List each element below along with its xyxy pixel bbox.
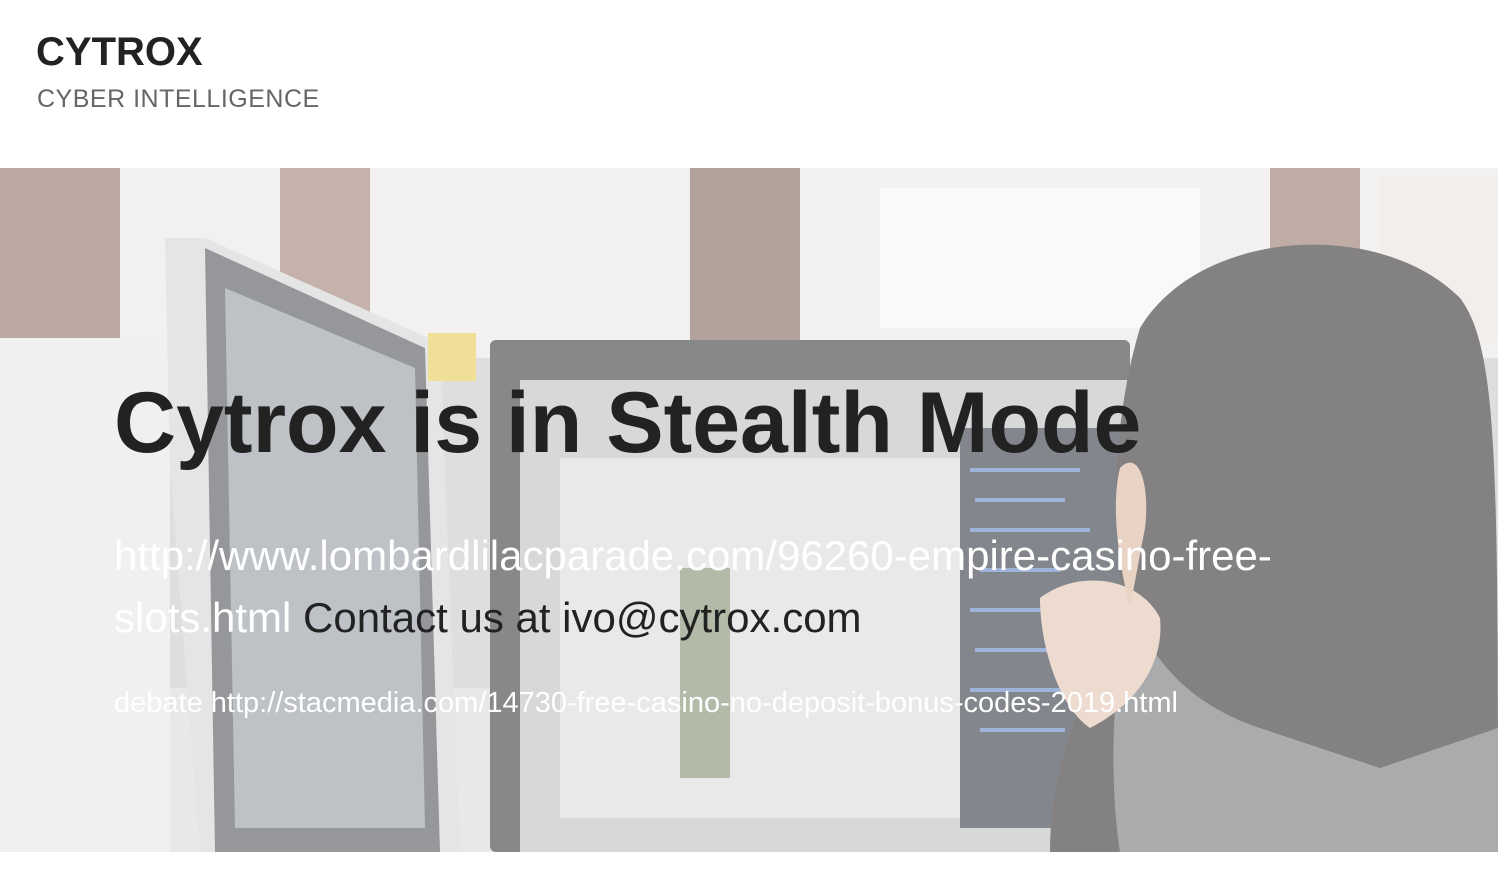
- brand-logo-text[interactable]: CYTROX: [36, 28, 203, 76]
- hero-contact-text: Contact us at ivo@cytrox.com: [291, 594, 862, 641]
- hero-lead: http://www.lombardlilacparade.com/96260-…: [114, 525, 1414, 649]
- hero-sub-prefix: debate: [114, 687, 211, 719]
- hero-title: Cytrox is in Stealth Mode: [114, 375, 1142, 471]
- brand-tagline: CYBER INTELLIGENCE: [37, 85, 320, 113]
- hero-subtext: debate http://stacmedia.com/14730-free-c…: [114, 685, 1178, 721]
- site-header: CYTROX CYBER INTELLIGENCE: [0, 0, 1498, 168]
- hero-overlay: [0, 168, 1498, 852]
- hero-sub-link[interactable]: http://stacmedia.com/14730-free-casino-n…: [211, 687, 1178, 719]
- hero-section: Cytrox is in Stealth Mode http://www.lom…: [0, 168, 1498, 852]
